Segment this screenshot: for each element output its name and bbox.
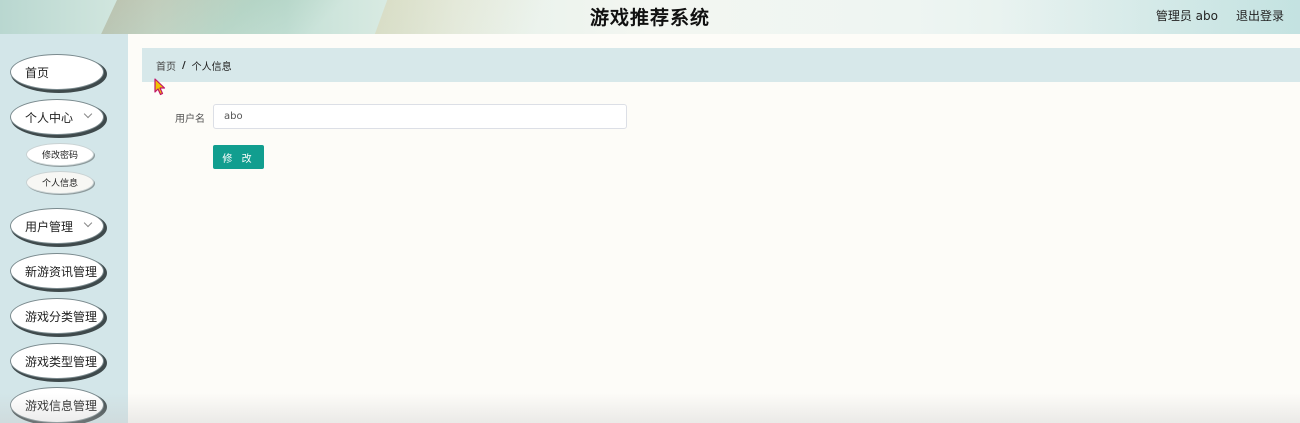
sidebar-item-label: 游戏类型管理 [25, 354, 98, 369]
main-content: 首页 / 个人信息 用户名 修 改 [128, 34, 1300, 423]
sidebar-item-game-category[interactable]: 游戏分类管理 [10, 298, 104, 334]
sidebar-item-game-type[interactable]: 游戏类型管理 [10, 343, 104, 379]
sidebar-item-game-info[interactable]: 游戏信息管理 [10, 387, 104, 423]
app-title: 游戏推荐系统 [589, 7, 710, 29]
username-field[interactable] [213, 104, 627, 129]
breadcrumb-current: 个人信息 [191, 61, 232, 73]
sidebar-item-personal-center[interactable]: 个人中心 [10, 99, 104, 135]
chevron-down-icon [83, 109, 93, 119]
sidebar-subitem-label: 修改密码 [41, 151, 78, 161]
sidebar-item-label: 首页 [25, 65, 50, 80]
breadcrumb: 首页 / 个人信息 [142, 48, 1300, 82]
chevron-down-icon [83, 218, 93, 228]
top-header: 游戏推荐系统 管理员 abo 退出登录 [0, 0, 1300, 34]
modify-button[interactable]: 修 改 [213, 145, 264, 169]
sidebar-subitem-label: 个人信息 [41, 179, 78, 189]
sidebar-item-label: 用户管理 [25, 219, 74, 234]
sidebar-item-new-game-news[interactable]: 新游资讯管理 [10, 253, 104, 289]
sidebar-subitem-change-password[interactable]: 修改密码 [26, 143, 94, 166]
breadcrumb-separator: / [182, 59, 186, 71]
breadcrumb-home-link[interactable]: 首页 [156, 58, 176, 73]
logout-link[interactable]: 退出登录 [1236, 7, 1284, 24]
sidebar-item-user-management[interactable]: 用户管理 [10, 208, 104, 244]
sidebar-subitem-personal-info[interactable]: 个人信息 [26, 171, 94, 194]
sidebar-item-home[interactable]: 首页 [10, 54, 104, 90]
username-label: 用户名 [175, 114, 205, 125]
sidebar-item-label: 新游资讯管理 [25, 264, 98, 279]
sidebar-item-label: 个人中心 [25, 110, 74, 125]
sidebar-item-label: 游戏信息管理 [25, 398, 98, 413]
user-menu: 管理员 abo 退出登录 [1156, 7, 1284, 24]
admin-username: 管理员 abo [1155, 9, 1218, 23]
sidebar-item-label: 游戏分类管理 [25, 309, 98, 324]
sidebar: 首页 个人中心 修改密码 个人信息 用户管理 新游资讯管理 游戏分类管理 游戏类… [0, 34, 128, 423]
mouse-cursor-icon [154, 78, 166, 96]
